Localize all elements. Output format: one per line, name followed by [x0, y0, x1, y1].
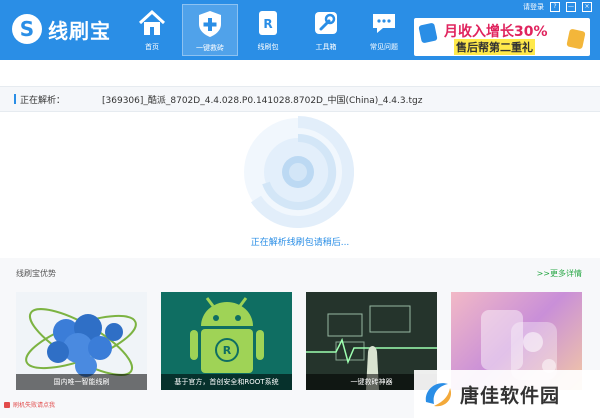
parsing-status-text: 正在解析线刷包请稍后...: [250, 238, 350, 248]
nav-item-faq[interactable]: 常见问题: [356, 4, 412, 56]
chat-icon: [373, 14, 395, 33]
card-caption: 国内唯一智能线刷: [16, 374, 147, 390]
svg-text:R: R: [223, 344, 232, 357]
svg-text:R: R: [263, 17, 272, 31]
warning-icon: [4, 401, 10, 408]
header: S 线刷宝 首页 一键救砖 R 线刷包 工具箱 常见问题 月收入增长30% 售后…: [0, 0, 600, 60]
home-icon: [138, 9, 166, 35]
minimize-button[interactable]: —: [566, 2, 576, 12]
advantages-title: 线刷宝优势: [16, 269, 56, 278]
flash-failed-link[interactable]: 刷机失败请点我: [13, 400, 55, 409]
advantage-card-smart-flash[interactable]: 国内唯一智能线刷: [16, 292, 147, 390]
banner-deco-right: [566, 28, 586, 50]
logo-letter: S: [19, 17, 35, 41]
footer-status[interactable]: 刷机失败请点我: [4, 400, 55, 409]
app-logo[interactable]: S 线刷宝: [12, 14, 111, 44]
advantage-card-official-root[interactable]: R 基于官方，首创安全和ROOT系统: [161, 292, 292, 390]
watermark-logo-icon: [425, 383, 452, 407]
nav-label-home: 首页: [145, 43, 159, 51]
nav-label-toolbox: 工具箱: [315, 43, 337, 51]
watermark-text: 唐佳软件园: [460, 384, 561, 407]
nav-item-rescue[interactable]: 一键救砖: [182, 4, 238, 56]
nav-item-toolbox[interactable]: 工具箱: [298, 4, 354, 56]
parse-row-marker: [14, 94, 16, 104]
card-caption: 基于官方，首创安全和ROOT系统: [161, 374, 292, 390]
banner-deco-left: [418, 22, 438, 44]
nav-label-faq: 常见问题: [370, 43, 398, 51]
login-link[interactable]: 请登录: [523, 2, 544, 12]
shield-plus-icon: [199, 11, 221, 37]
promo-banner[interactable]: 月收入增长30% 售后帮第二重礼: [414, 18, 590, 56]
wrench-icon: [315, 12, 337, 34]
nav-item-home[interactable]: 首页: [124, 4, 180, 56]
main-nav: 首页 一键救砖 R 线刷包 工具箱 常见问题: [124, 4, 414, 56]
package-icon: R: [259, 11, 277, 35]
nav-label-package: 线刷包: [257, 43, 279, 51]
watermark: 唐佳软件园: [414, 370, 600, 418]
banner-headline: 月收入增长30%: [444, 24, 548, 40]
parse-label: 正在解析：: [20, 96, 66, 106]
close-button[interactable]: ×: [582, 2, 592, 12]
parse-file-name: [369306]_酷派_8702D_4.4.028.P0.141028.8702…: [102, 96, 423, 106]
nav-item-package[interactable]: R 线刷包: [240, 4, 296, 56]
banner-subline: 售后帮第二重礼: [454, 39, 535, 55]
nav-label-rescue: 一键救砖: [196, 44, 224, 52]
app-title: 线刷宝: [48, 18, 111, 43]
more-details-link[interactable]: >>更多详情: [537, 268, 582, 279]
help-button[interactable]: ?: [550, 2, 560, 12]
window-controls: 请登录 ? — ×: [523, 2, 592, 12]
logo-icon: S: [12, 14, 42, 44]
loading-spinner-icon: [244, 116, 354, 228]
parse-status-row: 正在解析： [369306]_酷派_8702D_4.4.028.P0.14102…: [0, 86, 600, 112]
